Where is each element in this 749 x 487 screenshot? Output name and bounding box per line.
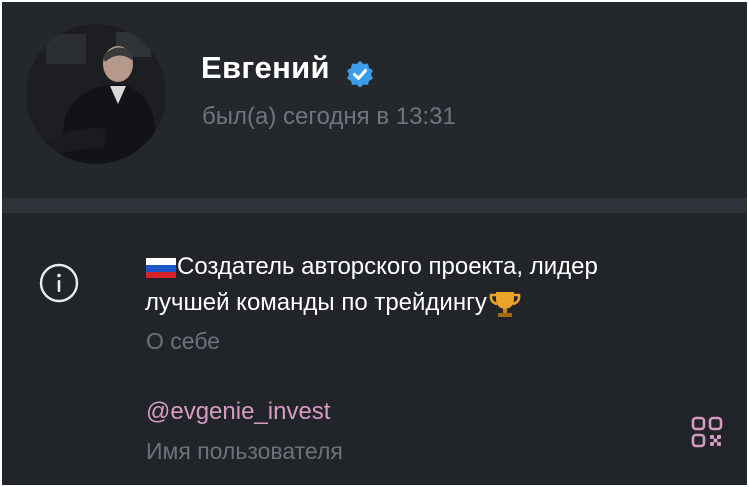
russia-flag-icon — [146, 257, 176, 278]
bio-line-1: Создатель авторского проекта, лидер — [177, 253, 598, 280]
section-divider — [2, 198, 747, 213]
last-seen-status: был(а) сегодня в 13:31 — [202, 103, 456, 130]
bio-line-2: лучшей команды по трейдингу — [145, 289, 487, 316]
bio-label: О себе — [146, 328, 221, 354]
qr-code-icon[interactable] — [691, 416, 723, 448]
avatar-photo — [26, 24, 166, 164]
profile-name: Евгений — [201, 50, 330, 85]
username-label: Имя пользователя — [146, 438, 343, 464]
bio-text[interactable]: Создатель авторского проекта, лидер лучш… — [145, 249, 685, 321]
verified-badge-icon — [347, 61, 373, 88]
trophy-icon — [489, 291, 521, 317]
info-icon — [39, 263, 79, 303]
avatar[interactable] — [26, 24, 166, 164]
profile-header: Евгений был(а) сегодня в 13:31 — [2, 2, 747, 198]
profile-panel: Евгений был(а) сегодня в 13:31 Создатель… — [2, 2, 747, 485]
username-link[interactable]: @evgenie_invest — [146, 398, 330, 426]
